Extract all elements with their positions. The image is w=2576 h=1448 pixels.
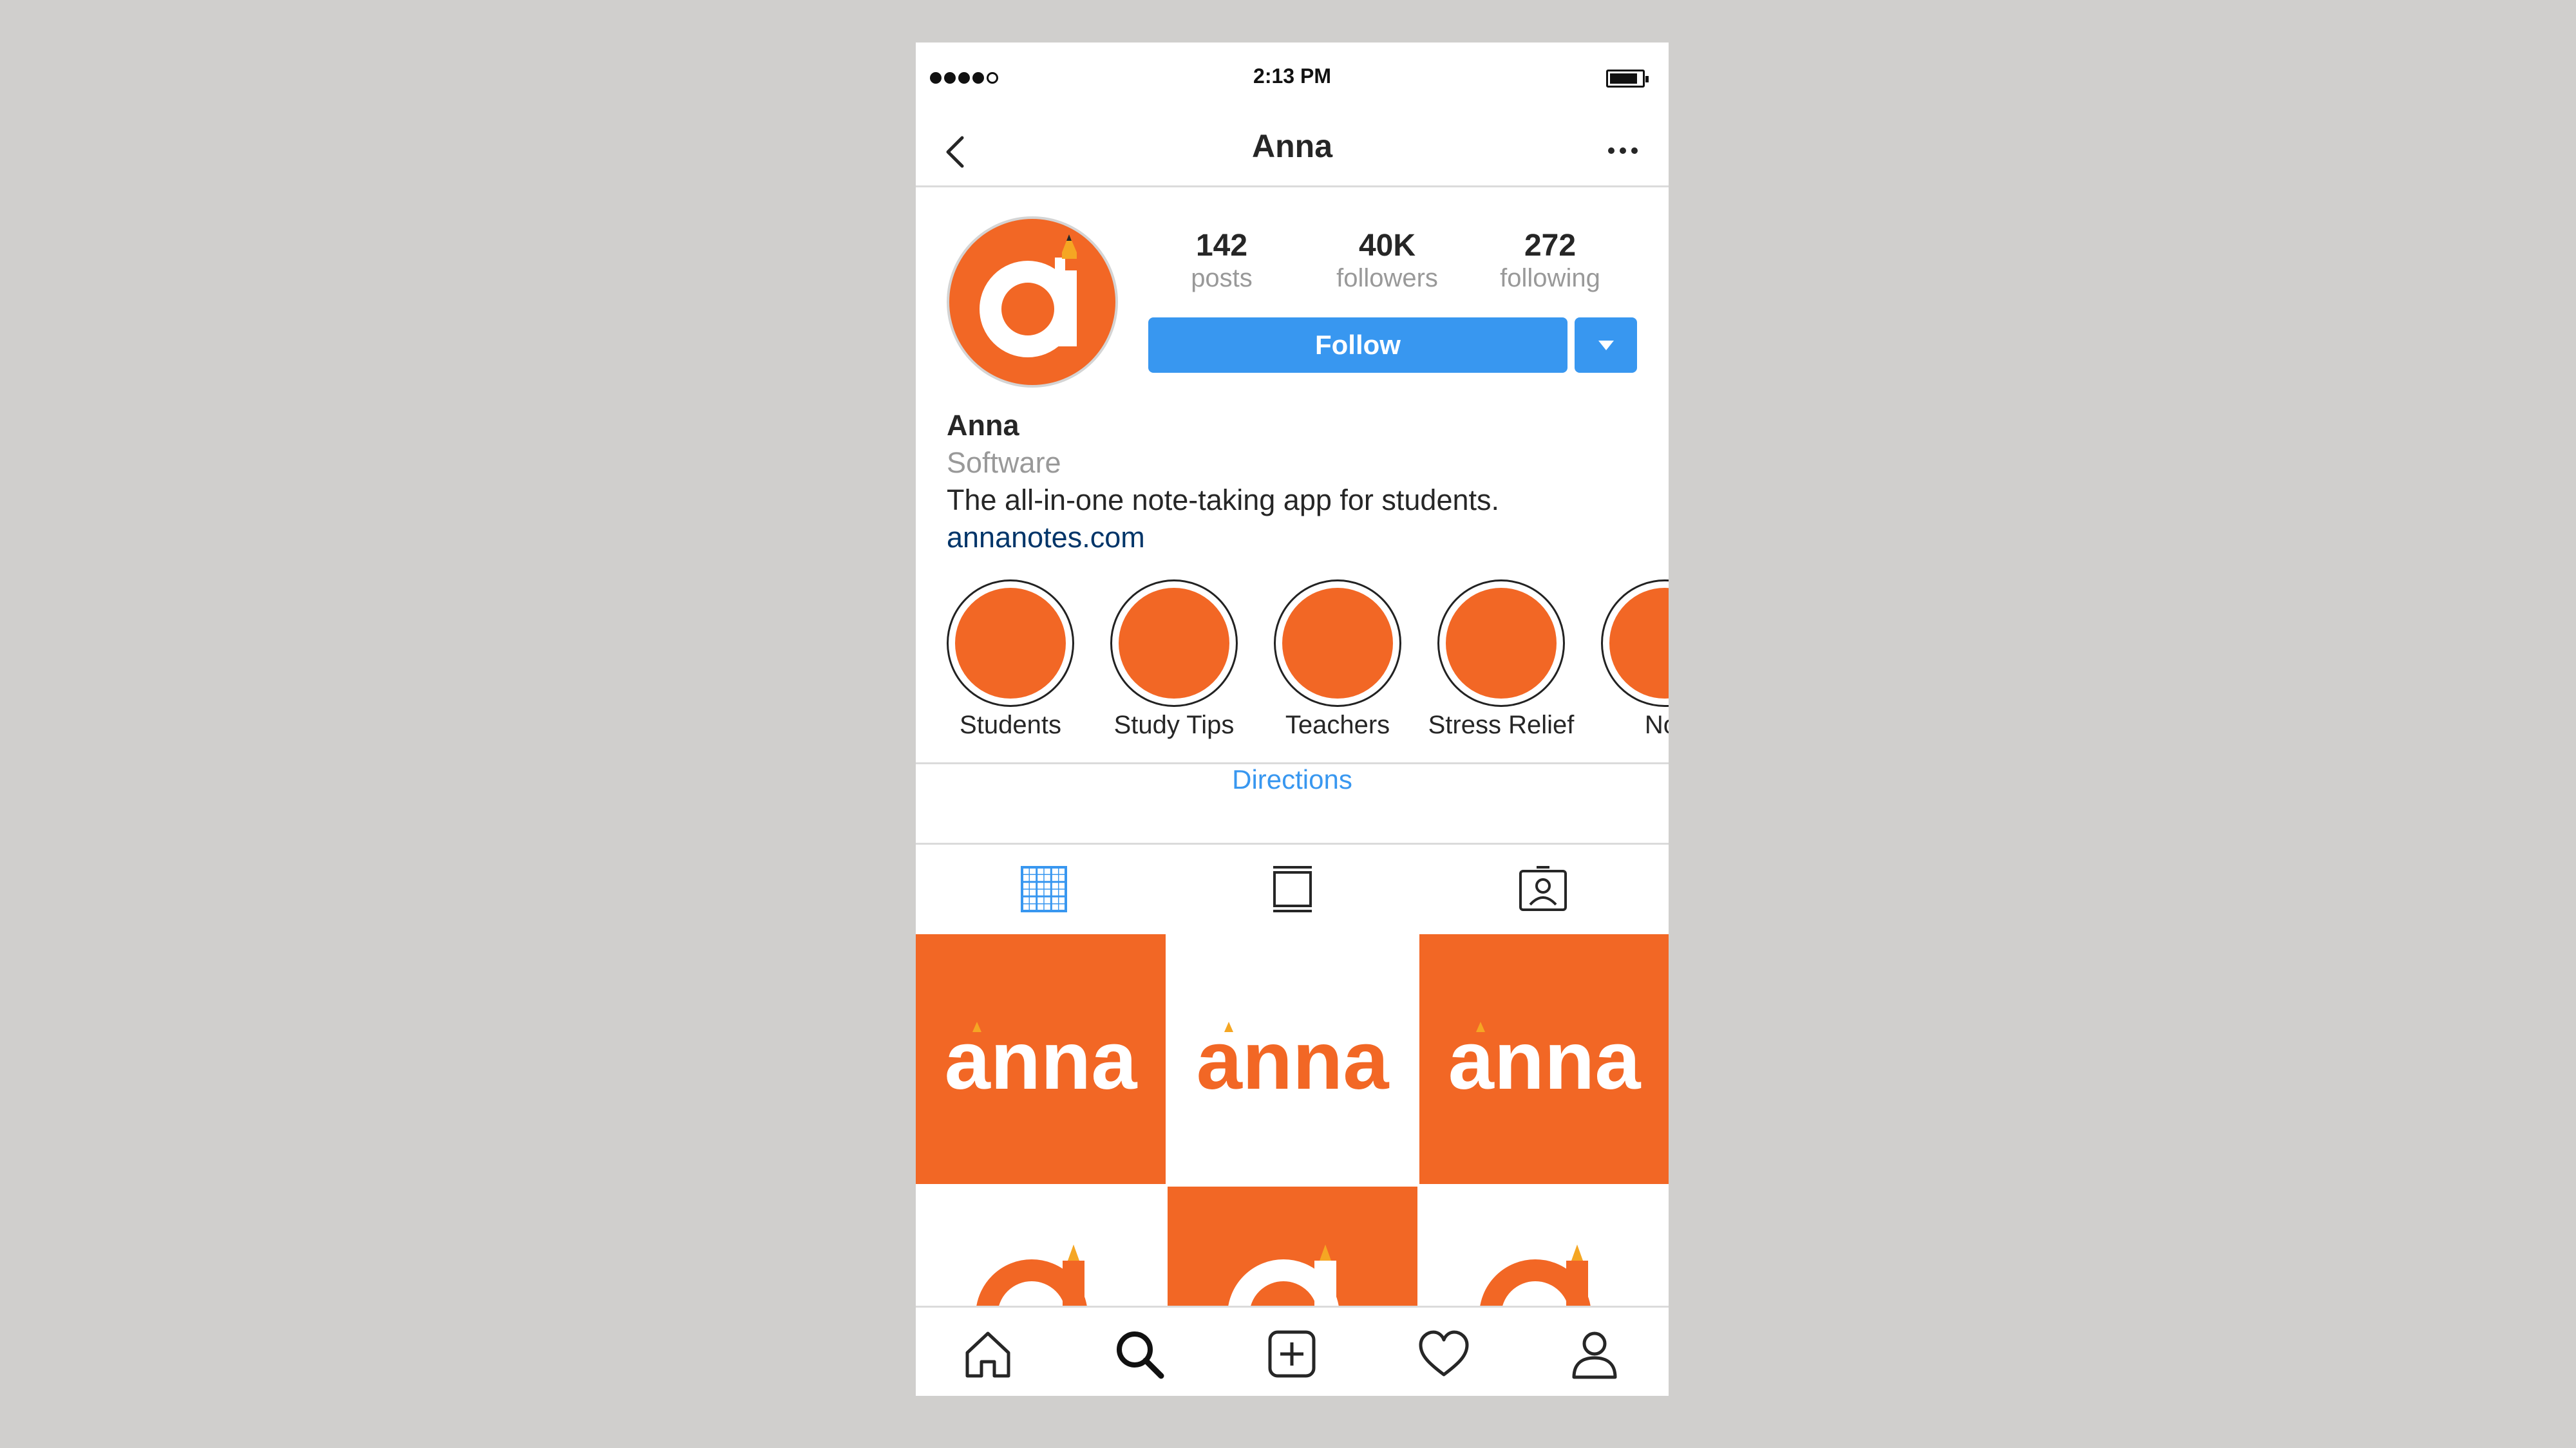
stat-value: 142 <box>1195 229 1248 263</box>
highlight-label: Teachers <box>1285 711 1390 739</box>
navigation-bar: Anna <box>916 113 1669 187</box>
stat-value: 272 <box>1524 229 1577 263</box>
grid-icon[interactable] <box>1018 863 1070 915</box>
highlight-ring <box>947 579 1074 707</box>
stat-following[interactable]: 272 following <box>1476 229 1624 294</box>
highlight-label: Study Tips <box>1113 711 1235 739</box>
search-icon[interactable] <box>1112 1327 1166 1381</box>
wordmark-text: anna <box>1197 1015 1390 1107</box>
triangle-down-icon <box>1598 340 1614 350</box>
profile-bio: Anna Software The all-in-one note-taking… <box>947 407 1642 556</box>
stat-followers[interactable]: 40K followers <box>1313 229 1461 294</box>
phone-screen: 2:13 PM Anna 142 posts 40K followers 272… <box>916 42 1669 1396</box>
anna-logo-icon <box>949 219 1115 385</box>
feed-icon[interactable] <box>1267 863 1318 915</box>
page-title: Anna <box>1252 128 1332 164</box>
bottom-navigation <box>916 1306 1669 1396</box>
highlight-ring <box>1274 579 1401 707</box>
follow-button[interactable]: Follow <box>1148 317 1567 373</box>
post-thumbnail[interactable]: anna <box>1419 934 1669 1184</box>
heart-icon[interactable] <box>1417 1327 1471 1381</box>
highlight-ring <box>1110 579 1238 707</box>
profile-category: Software <box>947 446 1061 479</box>
status-time: 2:13 PM <box>1253 64 1331 88</box>
highlight-ring <box>1601 579 1669 707</box>
add-icon[interactable] <box>1265 1327 1319 1381</box>
stat-label: following <box>1500 264 1600 292</box>
story-highlight[interactable]: Stress Relief <box>1419 579 1583 740</box>
post-thumbnail[interactable]: anna <box>1168 934 1417 1184</box>
directions-button[interactable]: Directions <box>916 764 1669 795</box>
wordmark-text: anna <box>1448 1015 1642 1107</box>
story-highlight[interactable]: Study Tips <box>1092 579 1256 740</box>
suggestions-dropdown-button[interactable] <box>1575 317 1637 373</box>
story-highlight[interactable]: Not <box>1583 579 1669 740</box>
story-highlight[interactable]: Teachers <box>1256 579 1419 740</box>
avatar[interactable] <box>947 216 1118 388</box>
profile-description: The all-in-one note-taking app for stude… <box>947 484 1500 516</box>
home-icon[interactable] <box>961 1327 1015 1381</box>
more-options-icon[interactable] <box>1604 144 1642 157</box>
profile-name: Anna <box>947 409 1019 442</box>
status-bar: 2:13 PM <box>916 42 1669 113</box>
profile-website-link[interactable]: annanotes.com <box>947 519 1642 556</box>
wordmark-text: anna <box>945 1015 1138 1107</box>
post-grid: anna anna anna <box>916 934 1669 1396</box>
highlight-label: Stress Relief <box>1428 711 1575 739</box>
stat-posts[interactable]: 142 posts <box>1148 229 1296 294</box>
story-highlight[interactable]: Students <box>929 579 1092 740</box>
stat-label: followers <box>1336 264 1438 292</box>
stat-label: posts <box>1191 264 1253 292</box>
post-thumbnail[interactable]: anna <box>916 934 1166 1184</box>
stat-value: 40K <box>1358 229 1416 263</box>
profile-icon[interactable] <box>1567 1327 1622 1381</box>
tagged-icon[interactable] <box>1517 863 1569 915</box>
highlight-label: Students <box>960 711 1061 739</box>
highlight-ring <box>1437 579 1565 707</box>
divider <box>916 843 1669 845</box>
battery-icon <box>1606 70 1649 88</box>
highlight-label: Not <box>1644 711 1669 739</box>
